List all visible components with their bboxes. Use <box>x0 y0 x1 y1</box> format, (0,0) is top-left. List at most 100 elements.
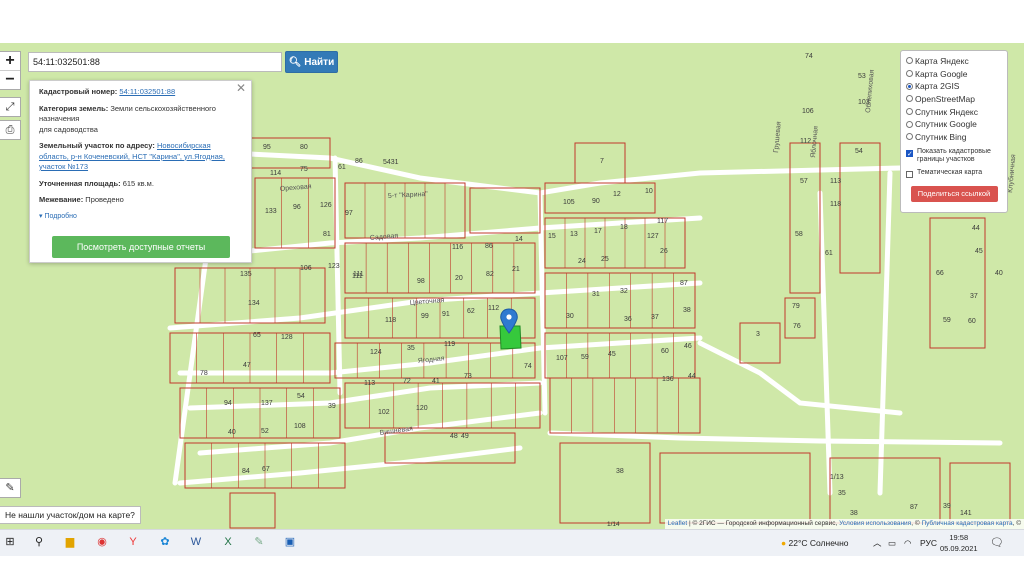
parcel-number[interactable]: 113 <box>364 380 375 387</box>
parcel-number[interactable]: 35 <box>838 490 846 497</box>
checkbox-icon[interactable] <box>906 170 913 178</box>
parcel-number[interactable]: 112 <box>800 138 811 145</box>
parcel-number[interactable]: 15 <box>548 233 556 240</box>
parcel-number[interactable]: 74 <box>524 363 532 370</box>
parcel-number[interactable]: 39 <box>943 503 951 510</box>
parcel-number[interactable]: 36 <box>624 316 632 323</box>
parcel-number[interactable]: 76 <box>793 323 801 330</box>
weather-widget[interactable]: ● 22°C Солнечно <box>781 530 849 556</box>
parcel-number[interactable]: 118 <box>385 317 396 324</box>
parcel-number[interactable]: 37 <box>970 293 978 300</box>
leaflet-link[interactable]: Leaflet <box>668 520 688 527</box>
parcel-number[interactable]: 96 <box>293 204 301 211</box>
parcel-number[interactable]: 102 <box>378 409 390 416</box>
parcel-number[interactable]: 137 <box>261 400 273 407</box>
radio-icon[interactable] <box>906 108 913 115</box>
not-found-link[interactable]: Не нашли участок/дом на карте? <box>0 506 141 524</box>
parcel-number[interactable]: 73 <box>464 373 472 380</box>
parcel-number[interactable]: 1/13 <box>830 474 844 481</box>
parcel-number[interactable]: 84 <box>242 468 250 475</box>
layer-option[interactable]: Карта 2GIS <box>906 80 1002 93</box>
parcel-number[interactable]: 86 <box>485 243 493 250</box>
parcel-number[interactable]: 66 <box>936 270 944 277</box>
parcel-number[interactable]: 99 <box>421 313 429 320</box>
close-icon[interactable]: ✕ <box>236 82 246 93</box>
parcel-number[interactable]: 67 <box>262 466 270 473</box>
windows-start-icon[interactable]: ⊞ <box>2 534 18 550</box>
parcel-number[interactable]: 37 <box>651 314 659 321</box>
parcel-number[interactable]: 65 <box>253 332 261 339</box>
show-cadastral-option[interactable]: ✓ Показать кадастровые границы участков <box>906 148 1002 165</box>
parcel-number[interactable]: 61 <box>825 250 833 257</box>
system-clock[interactable]: 19:58 05.09.2021 <box>940 532 978 554</box>
parcel-number[interactable]: 60 <box>968 318 976 325</box>
layer-option[interactable]: OpenStreetMap <box>906 93 1002 106</box>
parcel-number[interactable]: 18 <box>620 224 628 231</box>
parcel-number[interactable]: 97 <box>345 210 353 217</box>
parcel-number[interactable]: 74 <box>805 53 813 60</box>
parcel-number[interactable]: 123 <box>328 263 340 270</box>
parcel-number[interactable]: 58 <box>795 231 803 238</box>
parcel-number[interactable]: 46 <box>684 343 692 350</box>
parcel-number[interactable]: 38 <box>616 468 624 475</box>
parcel-number[interactable]: 118 <box>830 201 841 208</box>
map-viewport[interactable]: 95 80 114 75 5431 61 86 7 74 53 103 106 112 54 57 113 11… <box>0 43 1024 529</box>
print-icon[interactable]: ⎙ <box>0 120 21 140</box>
parcel-number[interactable]: 90 <box>592 198 600 205</box>
wifi-icon[interactable]: ◠ <box>904 530 911 556</box>
parcel-number[interactable]: 105 <box>563 199 575 206</box>
find-button[interactable]: 🔍︎ Найти <box>285 51 338 73</box>
layer-option[interactable]: Спутник Яндекс <box>906 106 1002 119</box>
search-input[interactable] <box>28 52 282 72</box>
parcel-number[interactable]: 98 <box>417 278 425 285</box>
file-explorer-icon[interactable]: ▆ <box>62 534 78 550</box>
radio-icon[interactable] <box>906 120 913 128</box>
parcel-number[interactable]: 59 <box>943 317 951 324</box>
fullscreen-icon[interactable]: ⤢ <box>0 97 21 117</box>
parcel-number[interactable]: 47 <box>243 362 251 369</box>
parcel-number[interactable]: 135 <box>240 271 252 278</box>
parcel-number[interactable]: 86 <box>355 158 363 165</box>
parcel-number[interactable]: 114 <box>270 170 281 177</box>
pkk-link[interactable]: Публичная кадастровая карта <box>921 520 1012 527</box>
parcel-number[interactable]: 111 <box>352 273 363 280</box>
thematic-option[interactable]: Тематическая карта <box>906 169 1002 178</box>
parcel-number[interactable]: 95 <box>263 144 271 151</box>
parcel-number[interactable]: 10 <box>645 188 653 195</box>
parcel-number[interactable]: 127 <box>647 233 659 240</box>
parcel-number[interactable]: 24 <box>578 258 586 265</box>
chrome-icon[interactable]: ◉ <box>94 534 110 550</box>
parcel-number[interactable]: 14 <box>515 236 523 243</box>
layer-option[interactable]: Спутник Google <box>906 118 1002 131</box>
parcel-number[interactable]: 116 <box>452 244 463 251</box>
parcel-number[interactable]: 120 <box>416 405 428 412</box>
parcel-number[interactable]: 82 <box>486 271 494 278</box>
parcel-number[interactable]: 106 <box>300 265 312 272</box>
parcel-number[interactable]: 40 <box>228 429 236 436</box>
parcel-number[interactable]: 126 <box>320 202 332 209</box>
parcel-number[interactable]: 62 <box>467 308 475 315</box>
parcel-number[interactable]: 113 <box>830 178 841 185</box>
parcel-number[interactable]: 87 <box>910 504 918 511</box>
photos-icon[interactable]: ▣ <box>282 534 298 550</box>
parcel-number[interactable]: 136 <box>662 376 674 383</box>
parcel-number[interactable]: 38 <box>850 510 858 517</box>
parcel-number[interactable]: 5431 <box>383 159 399 166</box>
parcel-number[interactable]: 94 <box>224 400 232 407</box>
parcel-number[interactable]: 20 <box>455 275 463 282</box>
parcel-number[interactable]: 141 <box>960 510 972 517</box>
parcel-number[interactable]: 119 <box>444 341 455 348</box>
parcel-number[interactable]: 25 <box>601 256 609 263</box>
parcel-number[interactable]: 49 <box>461 433 469 440</box>
parcel-number[interactable]: 87 <box>680 280 688 287</box>
zoom-out-button[interactable]: − <box>0 71 20 89</box>
parcel-number[interactable]: 54 <box>297 393 305 400</box>
parcel-number[interactable]: 112 <box>488 305 499 312</box>
parcel-number[interactable]: 57 <box>800 178 808 185</box>
checkbox-checked-icon[interactable]: ✓ <box>906 149 913 158</box>
parcel-number[interactable]: 44 <box>688 373 696 380</box>
parcel-number[interactable]: 12 <box>613 191 621 198</box>
parcel-number[interactable]: 30 <box>566 313 574 320</box>
more-link[interactable]: ▾ Подробно <box>39 212 242 223</box>
radio-icon[interactable] <box>906 69 913 77</box>
